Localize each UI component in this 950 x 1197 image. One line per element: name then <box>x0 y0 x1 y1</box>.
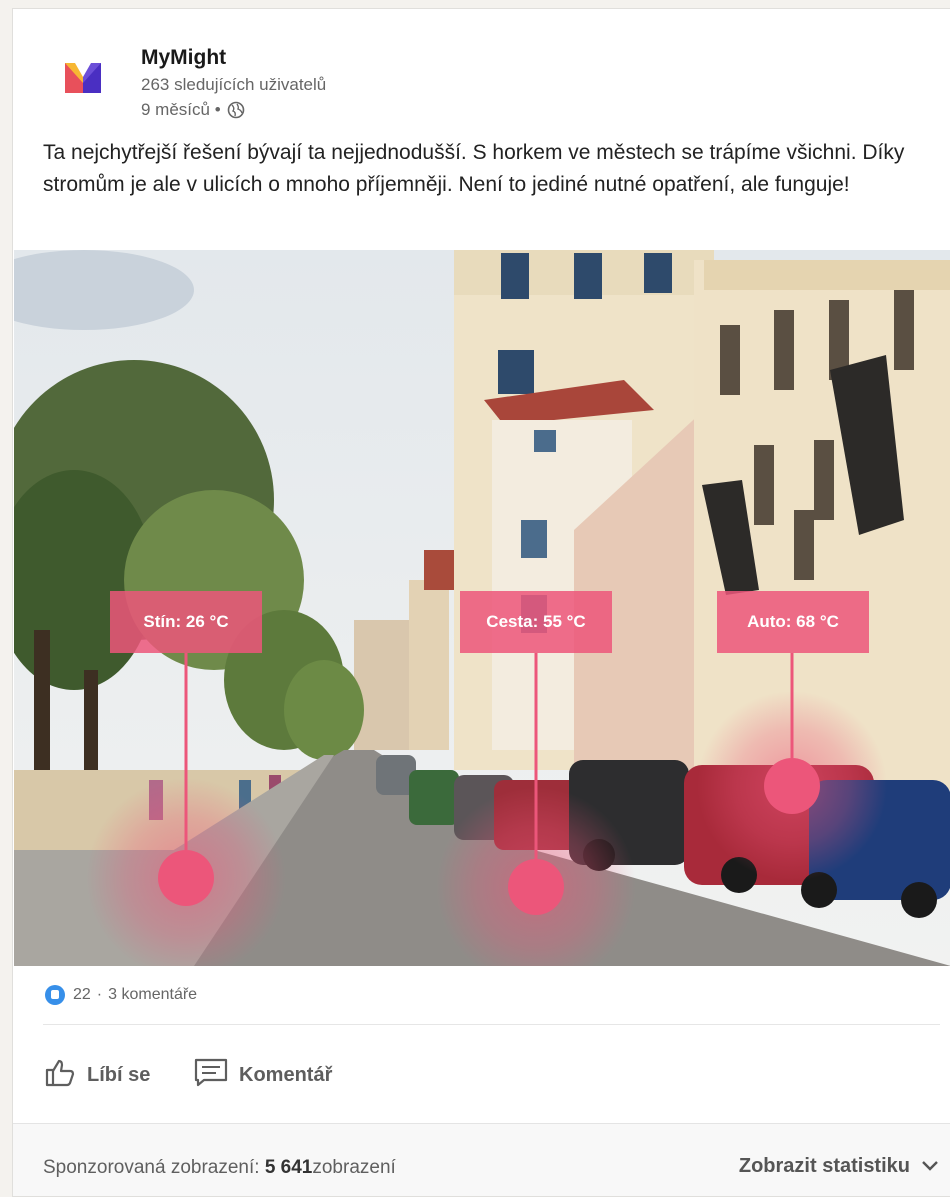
sponsored-unit: zobrazení <box>312 1157 396 1178</box>
reaction-count[interactable]: 22 <box>73 986 91 1004</box>
sponsored-value: 5 641 <box>264 1157 313 1178</box>
post-image[interactable]: Stín: 26 °C Cesta: 55 °C Auto: 68 °C <box>14 250 950 966</box>
chevron-down-icon <box>920 1155 940 1178</box>
follower-count: 263 sledujících uživatelů <box>141 75 327 94</box>
company-logo[interactable] <box>61 53 105 97</box>
divider <box>43 1024 940 1025</box>
company-name[interactable]: MyMight <box>141 46 226 70</box>
comment-button[interactable]: Komentář <box>193 1055 332 1095</box>
show-stats-button[interactable]: Zobrazit statistiku <box>739 1155 940 1178</box>
post-text: Ta nejchytřejší řešení bývají ta nejjedn… <box>43 141 905 196</box>
globe-icon <box>227 101 245 119</box>
sponsored-label: Sponzorovaná zobrazení: <box>43 1157 265 1178</box>
post-meta: 9 měsíců • <box>141 100 245 120</box>
thumbs-up-icon <box>43 1055 87 1095</box>
sponsored-impressions: Sponzorovaná zobrazení: 5 641zobrazení <box>43 1157 396 1179</box>
comment-label: Komentář <box>239 1063 333 1086</box>
temp-tag-road: Cesta: 55 °C <box>460 591 612 653</box>
comment-count[interactable]: 3 komentáře <box>108 986 197 1004</box>
like-label: Líbí se <box>87 1063 151 1086</box>
sponsored-post-card: MyMight 263 sledujících uživatelů 9 měsí… <box>12 8 950 1197</box>
social-counts[interactable]: 22 · 3 komentáře <box>45 985 197 1005</box>
temp-tag-shade: Stín: 26 °C <box>110 591 262 653</box>
temp-tag-car: Auto: 68 °C <box>717 591 869 653</box>
like-button[interactable]: Líbí se <box>43 1055 150 1095</box>
comment-icon <box>193 1055 239 1095</box>
count-separator: · <box>96 986 103 1003</box>
like-reaction-icon <box>45 985 65 1005</box>
show-stats-label: Zobrazit statistiku <box>738 1155 910 1177</box>
post-age: 9 měsíců • <box>141 100 221 119</box>
